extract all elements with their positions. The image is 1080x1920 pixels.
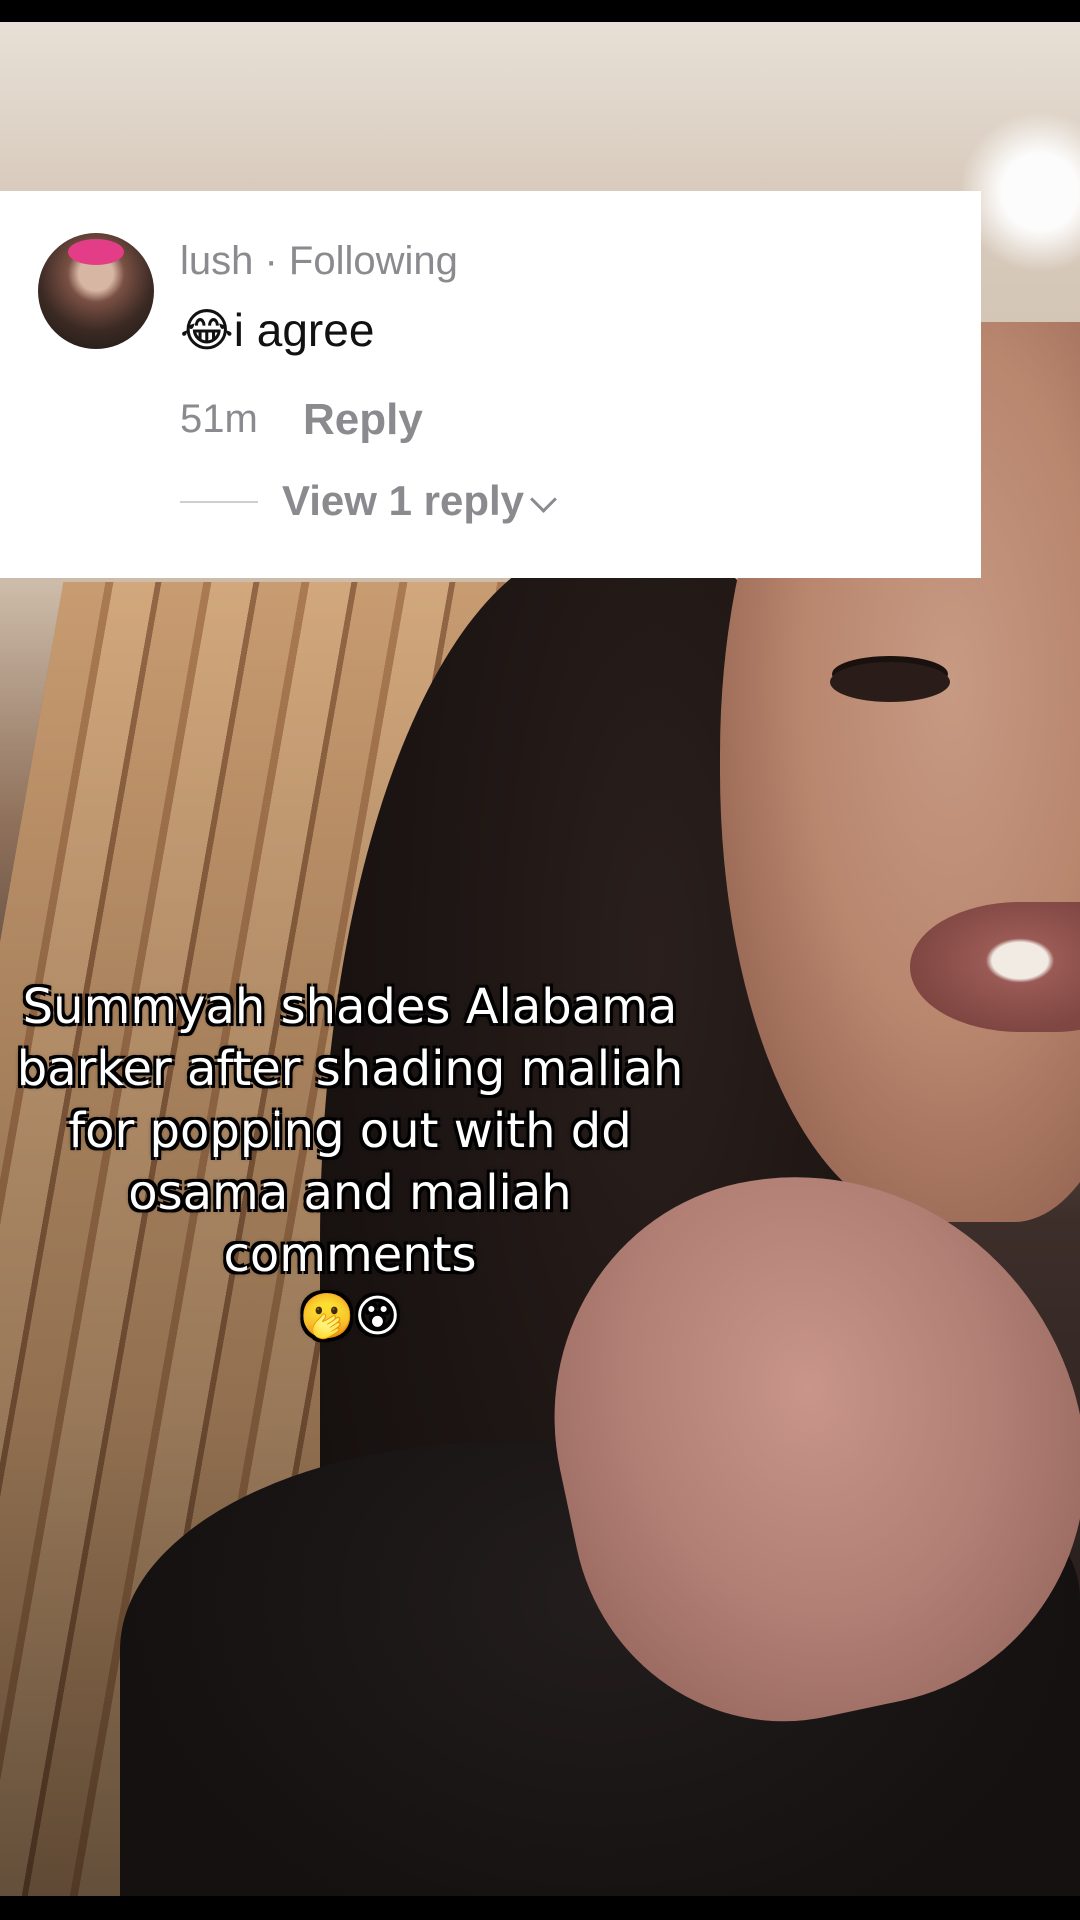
caption-line: osama and maliah comments [128, 1165, 572, 1283]
video-caption: Summyah shades Alabama barker after shad… [0, 976, 700, 1348]
comment-card: lush · Following 😂i agree 51m Reply View… [0, 191, 981, 578]
reply-button[interactable]: Reply [303, 395, 423, 445]
view-replies-button[interactable]: View 1 reply [282, 477, 557, 525]
comment-time: 51m [180, 397, 258, 441]
avatar[interactable] [38, 233, 154, 349]
laughing-emoji-icon: 😂 [180, 304, 234, 356]
caption-line: barker after shading maliah [16, 1041, 684, 1097]
chevron-down-icon [530, 486, 557, 514]
view-replies-label: View 1 reply [282, 477, 525, 524]
comment-username[interactable]: lush · Following [180, 239, 458, 284]
caption-line: Summyah shades Alabama [22, 979, 678, 1035]
caption-line: for popping out with dd [68, 1103, 632, 1159]
comment-body: i agree [233, 304, 375, 356]
replies-divider [180, 501, 258, 503]
comment-text: 😂i agree [180, 303, 374, 357]
bottom-bar [0, 1896, 1080, 1920]
top-bar [0, 0, 1080, 22]
eye [830, 662, 950, 702]
avatar-hair-rollers [68, 239, 124, 265]
caption-emojis: 🫢😮 [299, 1291, 401, 1342]
